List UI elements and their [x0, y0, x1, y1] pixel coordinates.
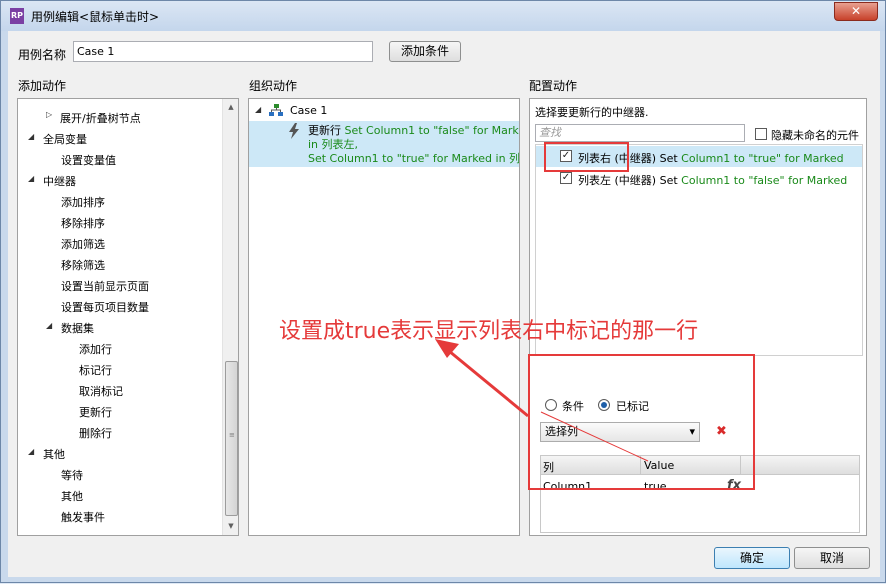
annotation-pointer-line [540, 411, 649, 462]
annotation-arrow-line [448, 349, 529, 418]
annotation-text: 设置成true表示显示列表右中标记的那一行 [279, 319, 699, 344]
annotation-arrows [435, 339, 649, 462]
use-case-editor-window: RP 用例编辑<鼠标单击时> ✕ 用例名称 Case 1 添加条件 添加动作 组… [0, 0, 886, 583]
